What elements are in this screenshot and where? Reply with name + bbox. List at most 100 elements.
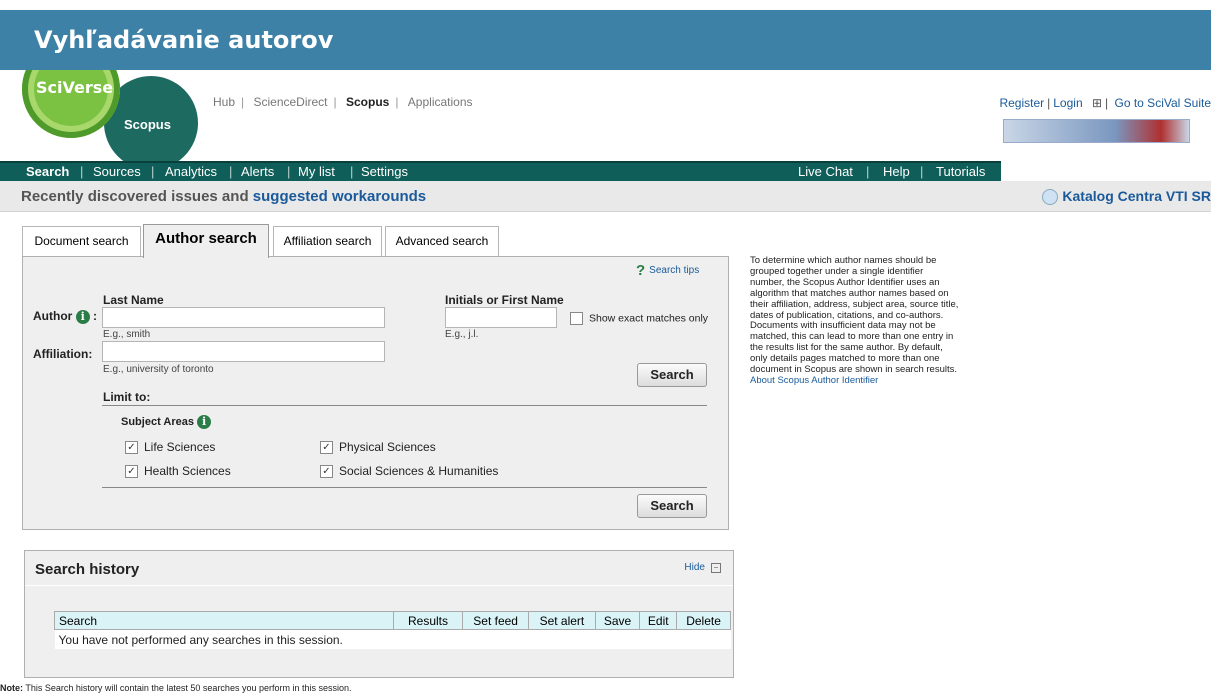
checkbox-checked[interactable]: ✓ [320, 465, 333, 479]
collapse-icon: − [711, 563, 721, 573]
grid-icon[interactable]: ⊞ [1092, 96, 1102, 110]
nav-settings[interactable]: Settings [361, 164, 408, 179]
separator: | [80, 164, 84, 179]
nav-analytics[interactable]: Analytics [165, 164, 217, 179]
search-button-bottom[interactable]: Search [637, 494, 707, 518]
author-label: Author i : [33, 309, 98, 324]
search-tips-link[interactable]: ? Search tips [636, 262, 699, 279]
empty-history-message: You have not performed any searches in t… [54, 629, 731, 649]
nav-alerts[interactable]: Alerts [241, 164, 274, 179]
subject-label: Health Sciences [144, 464, 231, 478]
last-name-input[interactable] [102, 307, 385, 328]
search-button[interactable]: Search [637, 363, 707, 387]
col-search[interactable]: Search [54, 611, 394, 630]
nav-my-list[interactable]: My list [298, 164, 335, 179]
info-icon[interactable]: i [75, 309, 90, 324]
scopus-logo-text: Scopus [124, 117, 171, 132]
subject-health-sciences[interactable]: ✓ Health Sciences [125, 464, 231, 479]
affiliation-hint: E.g., university of toronto [103, 364, 214, 375]
notice-text: Recently discovered issues and suggested… [21, 188, 426, 205]
header-banner: Vyhľadávanie autorov [0, 10, 1211, 70]
register-link[interactable]: Register [999, 96, 1044, 110]
nav-help[interactable]: Help [883, 164, 910, 179]
separator: | [229, 164, 233, 179]
product-nav-applications[interactable]: Applications [408, 95, 473, 109]
separator: | [350, 164, 354, 179]
info-icon[interactable]: i [197, 415, 212, 429]
col-results[interactable]: Results [393, 611, 463, 630]
institution-banner[interactable] [1003, 119, 1190, 143]
separator: | [287, 164, 291, 179]
subject-areas-label: Subject Areas i [121, 415, 212, 429]
col-delete[interactable]: Delete [676, 611, 731, 630]
main-nav: Search | Sources | Analytics | Alerts | … [0, 161, 1001, 181]
catalog-icon [1042, 189, 1059, 206]
limit-to-label: Limit to: [103, 390, 151, 404]
col-set-feed[interactable]: Set feed [461, 611, 530, 630]
go-to-scival-link[interactable]: Go to SciVal Suite [1115, 96, 1211, 110]
separator: | [1047, 96, 1051, 110]
tab-author-search[interactable]: Author search [143, 224, 269, 258]
tab-advanced-search[interactable]: Advanced search [385, 226, 499, 257]
separator: | [920, 164, 924, 179]
subject-label: Social Sciences & Humanities [339, 464, 499, 478]
subject-label: Life Sciences [144, 440, 216, 454]
product-nav-scopus[interactable]: Scopus [346, 95, 389, 109]
author-label-text: Author [33, 309, 73, 323]
divider [25, 585, 733, 586]
about-author-identifier-link[interactable]: About Scopus Author Identifier [750, 375, 878, 386]
workarounds-link[interactable]: suggested workarounds [253, 188, 426, 205]
separator: | [395, 95, 399, 109]
nav-live-chat[interactable]: Live Chat [798, 164, 853, 179]
hide-label: Hide [684, 562, 705, 573]
affiliation-input[interactable] [102, 341, 385, 362]
nav-search[interactable]: Search [26, 164, 69, 179]
divider [102, 405, 707, 406]
catalog-label: Katalog Centra VTI SR [1062, 188, 1211, 204]
initials-hint: E.g., j.l. [445, 329, 479, 340]
exact-match-checkbox[interactable] [570, 312, 583, 325]
logo-area: Scopus SciVerse [22, 70, 202, 162]
col-edit[interactable]: Edit [639, 611, 678, 630]
history-note: Note: This Search history will contain t… [0, 683, 352, 693]
notice-message: Recently discovered issues and [21, 188, 253, 205]
table-row: You have not performed any searches in t… [54, 629, 731, 649]
checkbox-checked[interactable]: ✓ [125, 465, 138, 479]
product-nav-hub[interactable]: Hub [213, 95, 235, 109]
separator: | [866, 164, 870, 179]
note-text: This Search history will contain the lat… [25, 683, 352, 693]
subject-social-sciences[interactable]: ✓ Social Sciences & Humanities [320, 464, 499, 479]
affiliation-label: Affiliation: [33, 347, 93, 361]
note-label: Note: [0, 683, 23, 693]
separator: | [1105, 96, 1109, 110]
search-history-panel: Search history Hide − Search Results Set … [24, 550, 734, 678]
sciverse-logo-text: SciVerse [36, 78, 114, 97]
subject-physical-sciences[interactable]: ✓ Physical Sciences [320, 440, 436, 455]
separator: | [333, 95, 337, 109]
col-set-alert[interactable]: Set alert [528, 611, 596, 630]
account-links: Register | Login ⊞ | Go to SciVal Suite [999, 96, 1211, 110]
tab-document-search[interactable]: Document search [22, 226, 141, 257]
col-save[interactable]: Save [594, 611, 641, 630]
exact-match-option[interactable]: Show exact matches only [570, 312, 708, 325]
last-name-label: Last Name [103, 293, 164, 307]
search-history-table: Search Results Set feed Set alert Save E… [54, 611, 731, 649]
tab-affiliation-search[interactable]: Affiliation search [273, 226, 382, 257]
subject-areas-text: Subject Areas [121, 415, 194, 428]
nav-tutorials[interactable]: Tutorials [936, 164, 985, 179]
subject-label: Physical Sciences [339, 440, 436, 454]
checkbox-checked[interactable]: ✓ [320, 441, 333, 455]
hide-history-toggle[interactable]: Hide − [684, 562, 721, 573]
nav-sources[interactable]: Sources [93, 164, 141, 179]
separator: | [151, 164, 155, 179]
initials-input[interactable] [445, 307, 557, 328]
catalog-link[interactable]: Katalog Centra VTI SR [1042, 188, 1211, 206]
product-nav-sciencedirect[interactable]: ScienceDirect [253, 95, 327, 109]
search-history-title: Search history [35, 561, 140, 578]
checkbox-checked[interactable]: ✓ [125, 441, 138, 455]
exact-match-label: Show exact matches only [589, 312, 709, 325]
subject-life-sciences[interactable]: ✓ Life Sciences [125, 440, 216, 455]
login-link[interactable]: Login [1053, 96, 1082, 110]
separator: | [241, 95, 245, 109]
product-nav: Hub | ScienceDirect | Scopus | Applications [210, 95, 476, 109]
